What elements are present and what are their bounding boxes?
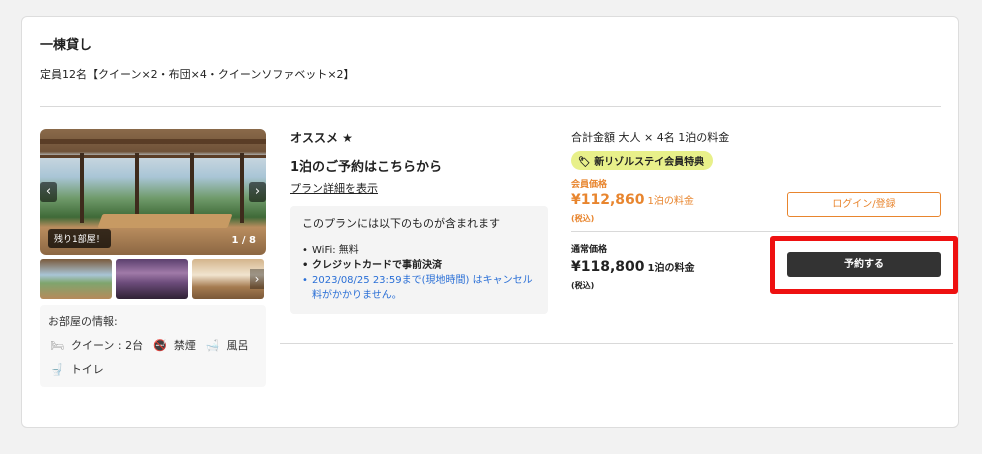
ceiling-beam [40,139,266,144]
regular-price-label: 通常価格 [571,245,608,255]
include-item: クレジットカードで事前決済 [302,258,536,273]
amenity-row: 🛏 クイーン : 2台 🚭 禁煙 🛁 風呂 [48,337,258,353]
member-benefit-tag: 🏷 新リゾルステイ会員特典 [571,151,714,170]
member-price-amount: ¥112,860 [571,192,645,208]
gallery-prev-button[interactable]: ‹ [40,182,57,202]
divider [40,106,941,107]
window-frame [190,153,194,223]
member-price-per: 1泊の料金 [647,196,694,207]
amenity-label: 禁煙 [173,339,196,352]
no-smoking-icon: 🚭 [153,338,167,352]
room-main-photo[interactable]: ‹ › 残り1部屋！ 1 / 8 [40,129,266,255]
login-register-button[interactable]: ログイン/登録 [787,192,941,217]
amenity-label: クイーン : 2台 [70,339,144,352]
cancel-policy-notice: 2023/08/25 23:59まで(現地時間) はキャンセル料がかかりません。 [302,273,536,303]
plan-name: 1泊のご予約はこちらから [290,160,443,175]
regular-tax-note: (税込) [571,281,595,290]
thumbnail[interactable] [40,259,112,299]
bath-icon: 🛁 [205,338,220,352]
ceiling-beam [40,155,266,158]
thumbnail-next-button[interactable]: › [250,269,264,289]
total-price-label: 合計金額 大人 × 4名 1泊の料金 [571,131,730,144]
member-price: ¥112,860 1泊の料金 [571,192,694,208]
window-frame [80,153,84,223]
room-card: 一棟貸し 定員12名【クイーン×2・布団×4・クイーンソファベット×2】 ‹ ›… [21,16,959,428]
member-price-label: 会員価格 [571,180,608,190]
tag-icon: 🏷 [578,157,595,168]
amenity-label: 風呂 [226,339,249,352]
photo-thumbnails: › [40,259,266,301]
includes-list: WiFi: 無料 クレジットカードで事前決済 2023/08/25 23:59ま… [302,243,536,303]
includes-title: このプランには以下のものが含まれます [302,217,500,230]
divider [280,343,953,344]
member-tax-note: (税込) [571,214,595,223]
room-info-panel: お部屋の情報: 🛏 クイーン : 2台 🚭 禁煙 🛁 風呂 🚽 トイレ [40,305,266,387]
photo-counter: 1 / 8 [231,235,256,246]
room-capacity: 定員12名【クイーン×2・布団×4・クイーンソファベット×2】 [40,68,355,81]
regular-price-per: 1泊の料金 [647,263,695,274]
gallery-next-button[interactable]: › [249,182,266,202]
remaining-rooms-badge: 残り1部屋！ [48,229,111,248]
reserve-button[interactable]: 予約する [787,252,941,277]
plan-includes-box: このプランには以下のものが含まれます WiFi: 無料 クレジットカードで事前決… [290,206,548,314]
regular-price-amount: ¥118,800 [571,259,645,275]
recommend-label: オススメ ★ [290,131,353,145]
room-title: 一棟貸し [40,38,93,53]
room-info-title: お部屋の情報: [48,315,118,328]
amenity-row: 🚽 トイレ [48,361,258,377]
divider [571,231,941,232]
window-frame [135,153,139,223]
include-item: WiFi: 無料 [302,243,536,258]
dining-table [97,214,233,228]
toilet-icon: 🚽 [50,362,64,376]
thumbnail[interactable]: › [192,259,264,299]
amenity-label: トイレ [70,363,104,376]
window-frame [240,153,244,223]
regular-price: ¥118,800 1泊の料金 [571,259,694,275]
member-tag-label: 新リゾルステイ会員特典 [594,157,705,168]
thumbnail[interactable] [116,259,188,299]
plan-detail-link[interactable]: プラン詳細を表示 [290,180,378,196]
bed-icon: 🛏 [50,338,64,352]
